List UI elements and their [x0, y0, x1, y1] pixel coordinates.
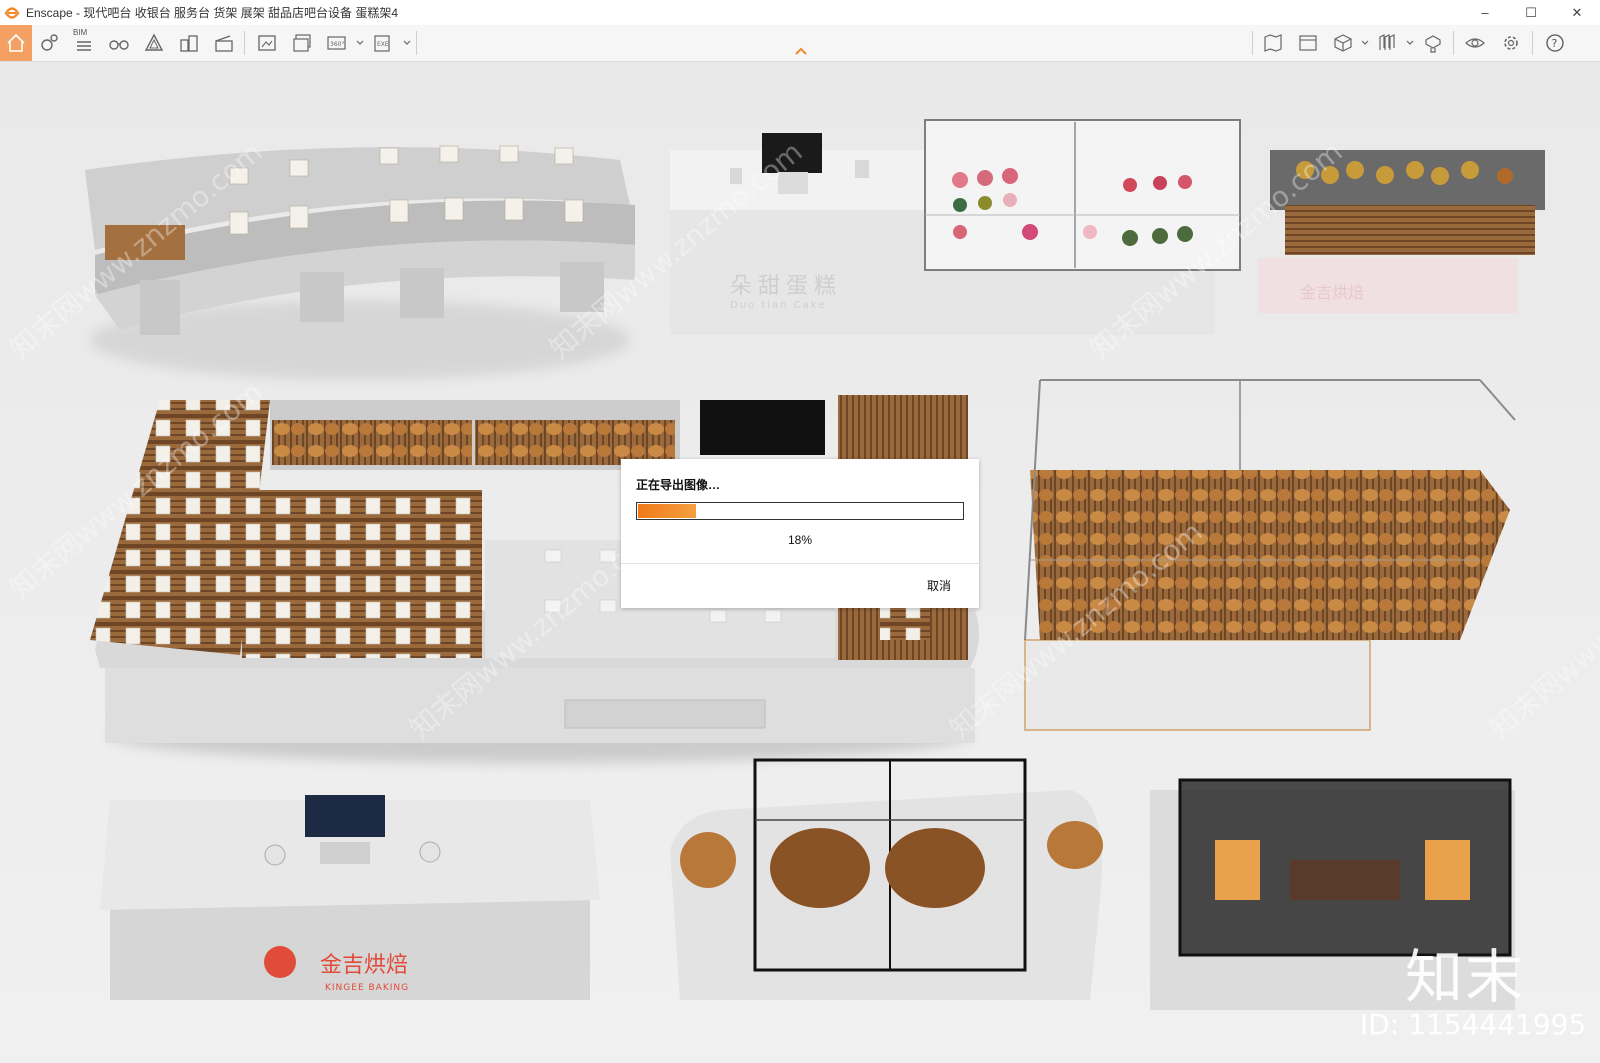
screenshot-icon [258, 35, 276, 51]
minimize-button[interactable]: – [1462, 0, 1508, 25]
close-button[interactable]: ✕ [1554, 0, 1600, 25]
cancel-button[interactable]: 取消 [927, 577, 951, 594]
cube-icon [1334, 34, 1352, 52]
visual-settings-icon [1465, 38, 1485, 48]
clapper-icon [215, 35, 233, 52]
toolbar-separator [1252, 31, 1253, 55]
binoculars-button[interactable] [104, 29, 134, 57]
exe-export-button[interactable]: EXE [368, 29, 398, 57]
export-progress-percent: 18% [787, 533, 813, 547]
visual-settings-button[interactable] [1460, 29, 1490, 57]
enscape-logo-icon [4, 6, 20, 19]
clapper-button[interactable] [209, 29, 239, 57]
watermark-logo: 知末 [1405, 943, 1526, 1011]
enscape-toolbar: BIM 360° EXE ? [0, 25, 1600, 62]
binoculars-icon [109, 40, 129, 50]
settings-icon [1504, 36, 1518, 50]
svg-text:?: ? [1552, 37, 1558, 50]
material-icon [1425, 35, 1441, 53]
cashier-counter: 金吉烘焙 KINGEE BAKING [100, 795, 600, 1000]
window-title: Enscape - 现代吧台 收银台 服务台 货架 展架 甜品店吧台设备 蛋糕架… [26, 6, 399, 20]
svg-text:360°: 360° [330, 41, 344, 48]
screenshot-button[interactable] [252, 29, 282, 57]
watermark-id: ID: 1154441995 [1360, 1008, 1587, 1041]
export-image-dialog: 正在导出图像… 18% 取消 [621, 459, 979, 608]
dialog-divider [621, 563, 979, 564]
material-button[interactable] [1418, 29, 1448, 57]
collapse-toolbar-arrow-icon[interactable] [794, 46, 808, 56]
buildings-button[interactable] [174, 29, 204, 57]
triangle-button[interactable] [139, 29, 169, 57]
home-icon [7, 33, 25, 52]
asset-library-button[interactable] [1372, 29, 1402, 57]
glass-bread-display-right [1024, 379, 1516, 731]
bread-basket-case [670, 758, 1103, 1000]
svg-text:知末网www.znzmo.com: 知末网www.znzmo.com [1483, 515, 1600, 745]
toolbar-separator [416, 31, 417, 55]
help-button[interactable]: ? [1540, 29, 1570, 57]
toolbar-separator [1453, 31, 1454, 55]
views-button[interactable] [1293, 29, 1323, 57]
batch-render-button[interactable] [287, 29, 317, 57]
triangle-icon [144, 33, 164, 51]
map-button[interactable] [1258, 29, 1288, 57]
export-progress-bar [636, 502, 964, 520]
location-icon [41, 34, 58, 51]
settings-button[interactable] [1496, 29, 1526, 57]
bim-button[interactable] [69, 29, 99, 57]
chevron-down-icon[interactable] [403, 39, 411, 47]
svg-text:EXE: EXE [377, 41, 389, 48]
chevron-down-icon[interactable] [1361, 39, 1369, 47]
window-controls: – ☐ ✕ [1462, 0, 1600, 25]
views-icon [1299, 35, 1317, 51]
help-icon: ? [1546, 34, 1564, 52]
exe-export-icon: EXE [374, 35, 390, 52]
maximize-button[interactable]: ☐ [1508, 0, 1554, 25]
bim-list-icon [77, 41, 91, 51]
export-progress-fill [638, 504, 696, 518]
display-brand-text: 金吉烘焙 [1300, 283, 1364, 302]
counter-sign-en: Duo tian Cake [730, 300, 826, 311]
chevron-down-icon[interactable] [1406, 39, 1414, 47]
home-button[interactable] [0, 25, 32, 61]
chevron-down-icon[interactable] [356, 39, 364, 47]
location-button[interactable] [34, 29, 64, 57]
counter-sign-cn: 朵甜蛋糕 [730, 274, 842, 299]
buildings-icon [180, 35, 198, 52]
panorama-button[interactable]: 360° [322, 29, 352, 57]
panorama-360-icon: 360° [327, 36, 346, 50]
cube-button[interactable] [1328, 29, 1358, 57]
cashier-brand-en: KINGEE BAKING [325, 983, 409, 993]
map-icon [1264, 34, 1282, 52]
toolbar-separator [244, 31, 245, 55]
cashier-brand-cn: 金吉烘焙 [320, 953, 408, 978]
asset-library-icon [1379, 34, 1395, 50]
batch-render-icon [293, 34, 311, 52]
dialog-title: 正在导出图像… [636, 478, 721, 492]
toolbar-separator [1532, 31, 1533, 55]
title-bar: Enscape - 现代吧台 收银台 服务台 货架 展架 甜品店吧台设备 蛋糕架… [0, 0, 1600, 26]
